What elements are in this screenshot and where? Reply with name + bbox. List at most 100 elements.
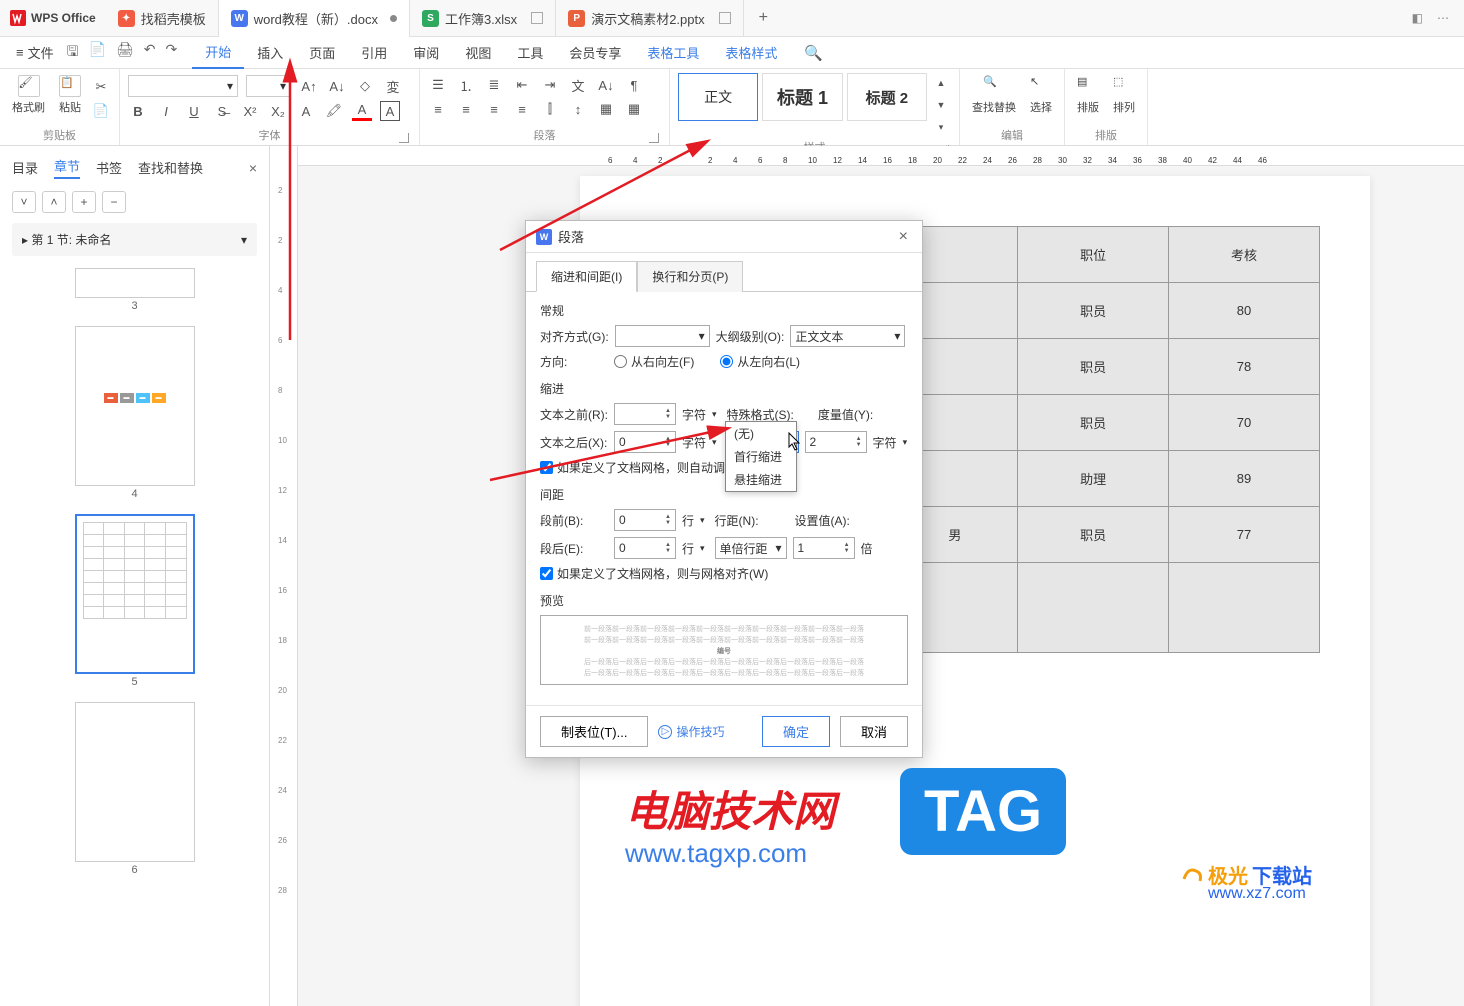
underline-button[interactable]: U	[184, 101, 204, 121]
menu-review[interactable]: 审阅	[400, 37, 452, 69]
clear-format-button[interactable]: ◇	[355, 76, 375, 96]
tab-excel-doc[interactable]: S 工作簿3.xlsx	[410, 0, 556, 37]
arrange-button[interactable]: ⬚ 排列	[1109, 73, 1139, 125]
copy-button[interactable]: 📄	[91, 101, 111, 121]
space-before-spinner[interactable]: 0▲▼	[614, 509, 676, 531]
search-icon[interactable]: 🔍	[796, 44, 831, 62]
menu-view[interactable]: 视图	[452, 37, 504, 69]
chevron-down-icon[interactable]: ▾	[712, 437, 717, 448]
text-after-spinner[interactable]: 0▲▼	[614, 431, 676, 453]
table-cell[interactable]: 职员	[1018, 507, 1169, 563]
menu-home[interactable]: 开始	[192, 37, 244, 69]
align-justify-button[interactable]: ≡	[512, 99, 532, 119]
page-thumbnail[interactable]: 6	[75, 702, 195, 884]
style-down-button[interactable]: ▼	[931, 95, 951, 115]
table-cell[interactable]: 助理	[1018, 451, 1169, 507]
format-painter-button[interactable]: 🖌 格式刷	[8, 73, 49, 125]
table-cell[interactable]: 职员	[1018, 283, 1169, 339]
page-thumbnail[interactable]: ▬▬▬▬ 4	[75, 326, 195, 508]
close-button[interactable]: ×	[895, 228, 912, 246]
align-center-button[interactable]: ≡	[456, 99, 476, 119]
decrease-font-button[interactable]: A↓	[327, 76, 347, 96]
close-icon[interactable]: ×	[249, 160, 257, 176]
menu-page[interactable]: 页面	[296, 37, 348, 69]
tab-template[interactable]: ✦ 找稻壳模板	[106, 0, 219, 37]
chevron-down-icon[interactable]: ▾	[712, 409, 717, 420]
alignment-select[interactable]: ▾	[615, 325, 710, 347]
line-spacing-select[interactable]: 单倍行距▾	[715, 537, 787, 559]
table-header[interactable]: 职位	[1018, 227, 1169, 283]
cancel-button[interactable]: 取消	[840, 716, 908, 747]
numbering-button[interactable]: ⒈	[456, 75, 476, 95]
typeset-button[interactable]: ▤ 排版	[1073, 73, 1103, 125]
table-cell[interactable]: 89	[1169, 451, 1320, 507]
menu-table-style[interactable]: 表格样式	[712, 37, 790, 69]
tab-indent-spacing[interactable]: 缩进和间距(I)	[536, 261, 637, 292]
chevron-down-icon[interactable]: ▾	[700, 543, 705, 554]
style-up-button[interactable]: ▲	[931, 73, 951, 93]
grid-check1[interactable]: 如果定义了文档网格，则自动调整	[540, 459, 908, 476]
export-icon[interactable]: 📄	[89, 41, 106, 65]
file-menu[interactable]: ≡ 文件	[10, 37, 67, 69]
outline-select[interactable]: 正文文本▾	[790, 325, 905, 347]
chevron-down-icon[interactable]: ▾	[903, 437, 908, 448]
section-item[interactable]: ▸ 第 1 节: 未命名 ▾	[12, 223, 257, 256]
tab-word-doc[interactable]: W word教程（新）.docx	[219, 0, 410, 37]
font-launcher[interactable]	[399, 133, 409, 143]
menu-tools[interactable]: 工具	[504, 37, 556, 69]
superscript-button[interactable]: X²	[240, 101, 260, 121]
print-icon[interactable]: 🖨	[116, 41, 134, 65]
add-button[interactable]: +	[72, 191, 96, 213]
table-cell[interactable]: 职员	[1018, 339, 1169, 395]
increase-font-button[interactable]: A↑	[299, 76, 319, 96]
page-thumbnail[interactable]: 3	[75, 268, 195, 320]
tab-ppt-doc[interactable]: P 演示文稿素材2.pptx	[556, 0, 743, 37]
direction-rtl-radio[interactable]: 从右向左(F)	[614, 353, 694, 370]
text-before-spinner[interactable]: ▲▼	[614, 403, 676, 425]
nav-tab-toc[interactable]: 目录	[12, 158, 38, 177]
italic-button[interactable]: I	[156, 101, 176, 121]
direction-ltr-radio[interactable]: 从左向右(L)	[720, 353, 800, 370]
subscript-button[interactable]: X₂	[268, 101, 288, 121]
table-cell[interactable]: 77	[1169, 507, 1320, 563]
align-right-button[interactable]: ≡	[484, 99, 504, 119]
font-size-combo[interactable]: ▾	[246, 75, 291, 97]
font-color-button[interactable]: A	[352, 101, 372, 121]
text-direction-button[interactable]: 文	[568, 75, 588, 95]
style-normal[interactable]: 正文	[678, 73, 758, 121]
more-icon[interactable]: ⋯	[1437, 11, 1449, 25]
char-border-button[interactable]: A	[380, 101, 400, 121]
layout-icon[interactable]: ◧	[1412, 11, 1423, 25]
style-more-button[interactable]: ▾	[931, 117, 951, 137]
space-after-spinner[interactable]: 0▲▼	[614, 537, 676, 559]
decrease-indent-button[interactable]: ⇤	[512, 75, 532, 95]
cut-button[interactable]: ✂	[91, 77, 111, 97]
grid-check2[interactable]: 如果定义了文档网格，则与网格对齐(W)	[540, 565, 908, 582]
dialog-titlebar[interactable]: W 段落 ×	[526, 221, 922, 253]
table-header[interactable]: 考核	[1169, 227, 1320, 283]
tips-link[interactable]: ▷操作技巧	[658, 723, 724, 740]
expand-button[interactable]: ˄	[42, 191, 66, 213]
redo-icon[interactable]: ↷	[166, 41, 178, 65]
shading-button[interactable]: ▦	[596, 99, 616, 119]
style-heading2[interactable]: 标题 2	[847, 73, 927, 121]
table-cell[interactable]: 职员	[1018, 395, 1169, 451]
select-button[interactable]: ↖ 选择	[1026, 73, 1056, 125]
menu-table-tools[interactable]: 表格工具	[634, 37, 712, 69]
font-family-combo[interactable]: ▾	[128, 75, 238, 97]
chevron-down-icon[interactable]: ▾	[700, 515, 705, 526]
dropdown-option-none[interactable]: (无)	[726, 422, 796, 445]
dropdown-option-firstline[interactable]: 首行缩进	[726, 445, 796, 468]
menu-insert[interactable]: 插入	[244, 37, 296, 69]
page-thumbnail[interactable]: 5	[75, 514, 195, 696]
menu-member[interactable]: 会员专享	[556, 37, 634, 69]
bold-button[interactable]: B	[128, 101, 148, 121]
nav-tab-bookmarks[interactable]: 书签	[96, 158, 122, 177]
bullets-button[interactable]: ☰	[428, 75, 448, 95]
new-tab-button[interactable]: +	[744, 9, 783, 27]
setting-spinner[interactable]: 1▲▼	[793, 537, 855, 559]
paste-button[interactable]: 📋 粘贴	[55, 73, 85, 125]
line-spacing-button[interactable]: ↕	[568, 99, 588, 119]
borders-button[interactable]: ▦	[624, 99, 644, 119]
remove-button[interactable]: −	[102, 191, 126, 213]
